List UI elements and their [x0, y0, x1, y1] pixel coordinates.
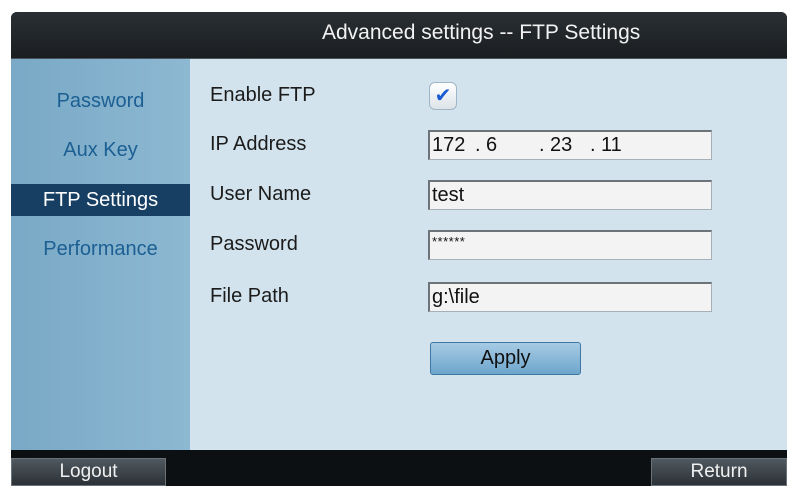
sidebar-item-aux-key[interactable]: Aux Key [11, 134, 190, 166]
enable-ftp-checkbox[interactable]: ✔ [429, 82, 457, 110]
ip-separator: . [475, 134, 481, 156]
user-name-label: User Name [210, 183, 312, 205]
ip-octet-1[interactable]: 172 [432, 132, 465, 159]
sidebar-item-performance[interactable]: Performance [11, 233, 190, 265]
window-title: Advanced settings -- FTP Settings [322, 21, 641, 44]
logout-button[interactable]: Logout [11, 458, 166, 486]
enable-ftp-label: Enable FTP [210, 84, 316, 106]
ip-octet-2[interactable]: 6 [486, 132, 497, 159]
ip-separator: . [539, 134, 545, 156]
password-field[interactable]: ****** [428, 230, 712, 260]
sidebar-item-ftp-settings[interactable]: FTP Settings [11, 184, 190, 216]
return-button[interactable]: Return [651, 458, 787, 486]
sidebar-item-password[interactable]: Password [11, 85, 190, 117]
ip-octet-4[interactable]: 11 [601, 132, 622, 159]
checkmark-icon: ✔ [434, 85, 452, 107]
file-path-label: File Path [210, 285, 289, 307]
ip-address-label: IP Address [210, 133, 307, 155]
user-name-field[interactable]: test [428, 180, 712, 210]
apply-button[interactable]: Apply [430, 342, 581, 375]
file-path-field[interactable]: g:\file [428, 282, 712, 312]
ip-octet-3[interactable]: 23 [550, 132, 572, 159]
ip-address-field[interactable]: 172 . 6 . 23 . 11 [428, 130, 712, 160]
ip-separator: . [590, 134, 596, 156]
password-label: Password [210, 233, 298, 255]
sidebar: Password Aux Key FTP Settings Performanc… [11, 59, 190, 450]
